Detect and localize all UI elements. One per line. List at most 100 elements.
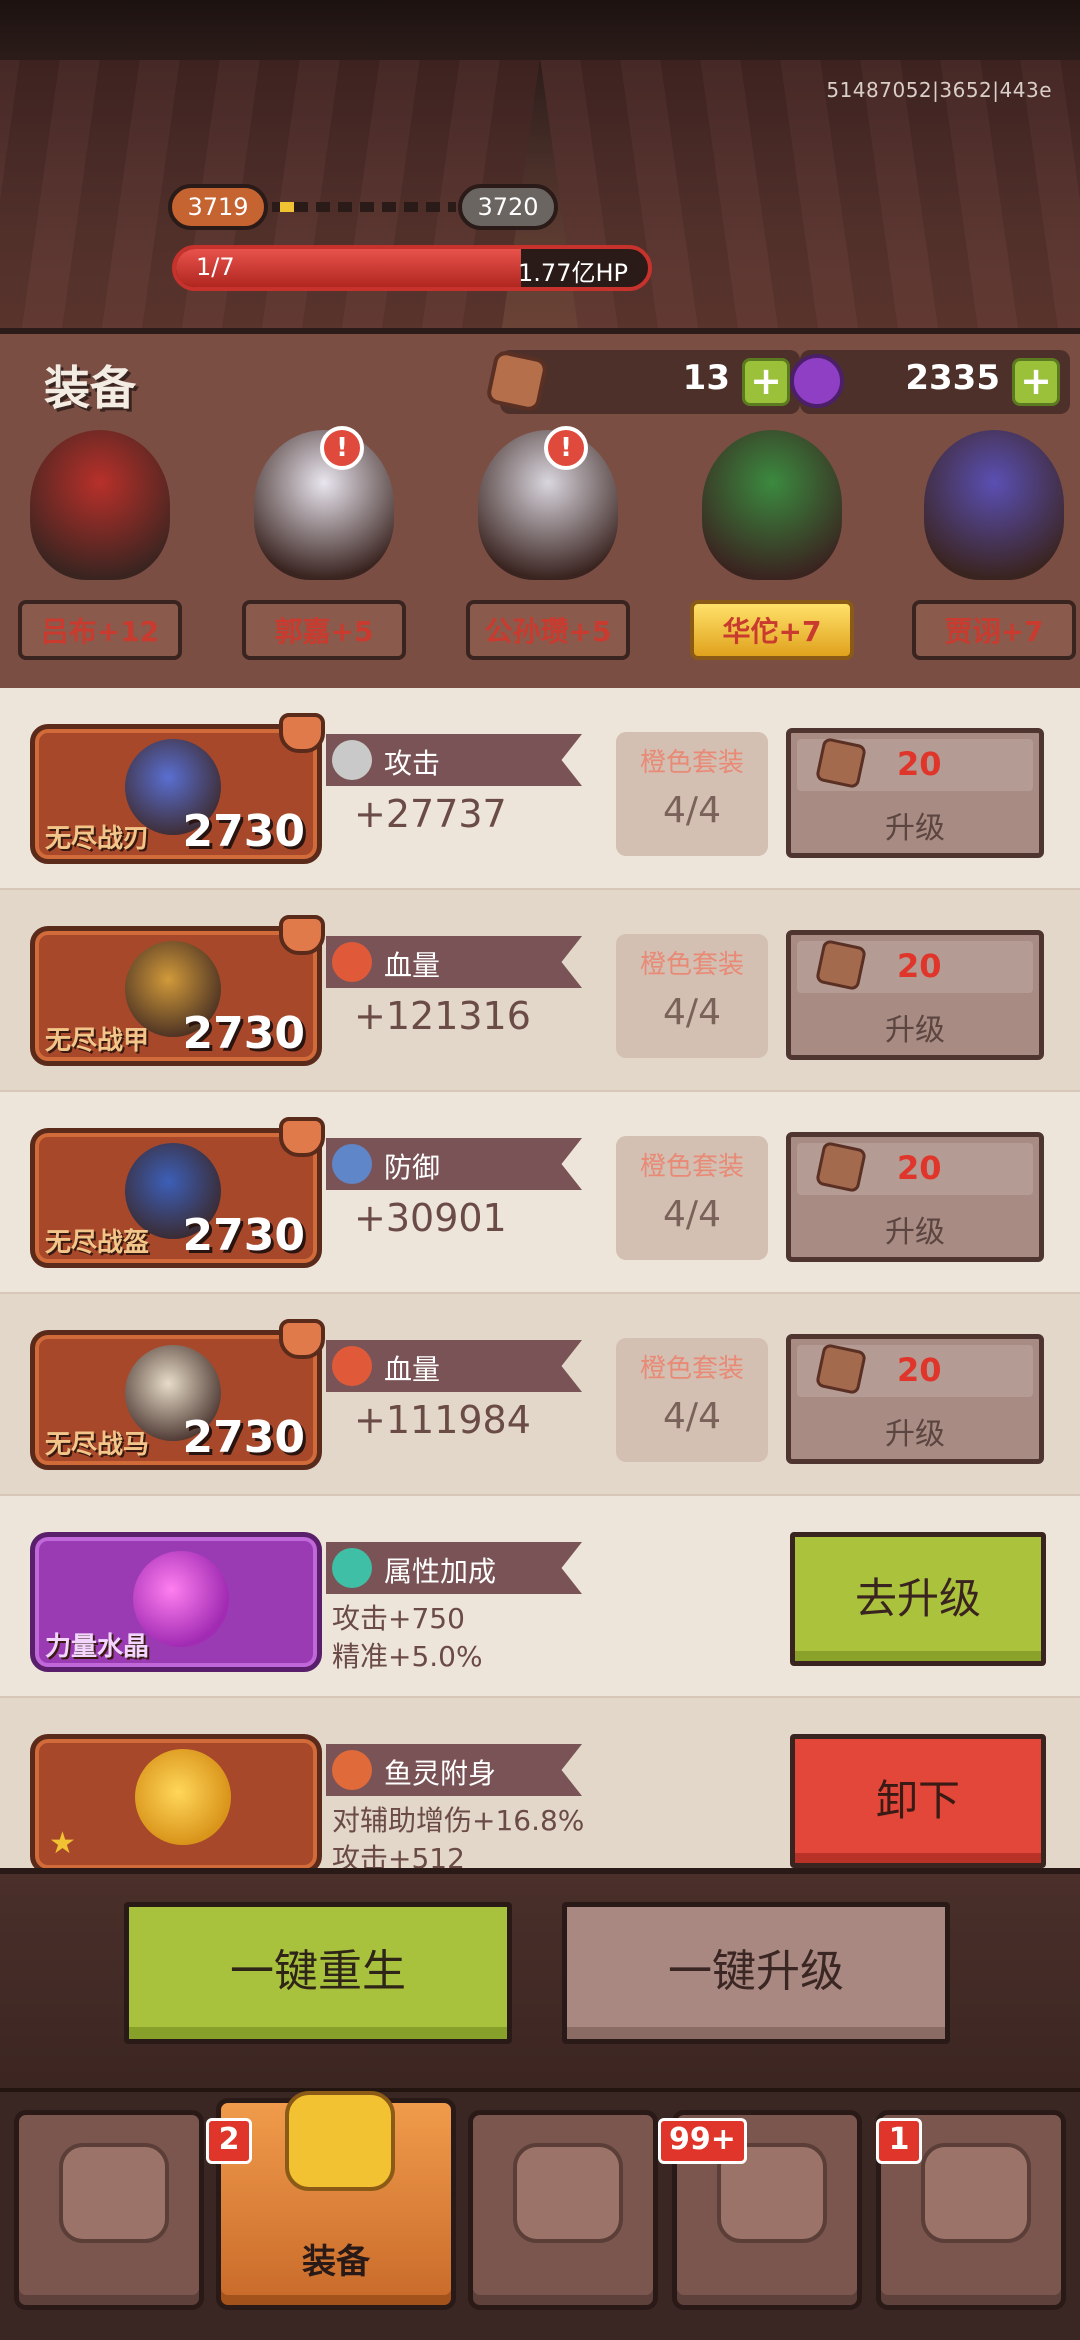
crystal-stat-line: 攻击+750 <box>332 1602 465 1635</box>
crystal-stat-line: 精准+5.0% <box>332 1640 483 1673</box>
bottom-nav: 装备 2 99+ 1 <box>0 2088 1080 2340</box>
upgrade-cost: 20 <box>797 1342 1033 1397</box>
upgrade-label: 升级 <box>885 1215 945 1250</box>
armor-badge-icon <box>279 915 325 955</box>
hero-name: 华佗+7 <box>722 615 822 648</box>
hero-card[interactable]: 贾诩+7 <box>902 430 1080 670</box>
upgrade-button[interactable]: 20 升级 <box>786 1132 1044 1262</box>
equipment-slot[interactable]: 无尽战甲 2730 <box>30 915 325 1066</box>
ore-count: 13 <box>682 358 730 398</box>
level-progress-track <box>272 202 456 212</box>
stat-value: +27737 <box>354 792 507 836</box>
armor-badge-icon <box>279 713 325 753</box>
fish-spirit-icon <box>332 1750 372 1790</box>
item-name: 无尽战马 <box>45 1430 150 1460</box>
stat-name: 血量 <box>384 949 441 982</box>
hero-name: 吕布+12 <box>40 615 160 648</box>
hero-card[interactable]: 华佗+7 <box>680 430 864 670</box>
stat-name: 防御 <box>384 1151 441 1184</box>
upgrade-button[interactable]: 20 升级 <box>786 930 1044 1060</box>
equipment-slot[interactable]: 无尽战盔 2730 <box>30 1117 325 1268</box>
cost-value: 20 <box>897 1149 942 1187</box>
stat-ribbon: 血量 <box>326 936 582 988</box>
upgrade-button[interactable]: 20 升级 <box>786 728 1044 858</box>
gem-currency: 2335 + <box>790 350 1070 414</box>
alert-icon: ! <box>544 426 588 470</box>
equipment-slot[interactable]: 无尽战马 2730 <box>30 1319 325 1470</box>
nav-tab-equipment[interactable]: 装备 <box>216 2091 456 2310</box>
hero-portrait <box>924 430 1064 580</box>
upgrade-cost: 20 <box>797 736 1033 791</box>
add-gem-button[interactable]: + <box>1012 358 1060 406</box>
hero-name: 公孙瓒+5 <box>484 615 612 648</box>
equipment-row: 无尽战马 2730 血量 +111984 橙色套装 4/4 20 升级 <box>0 1294 1080 1496</box>
action-bar: 一键重生 一键升级 <box>0 1868 1080 2088</box>
upgrade-label: 升级 <box>885 811 945 846</box>
go-upgrade-button[interactable]: 去升级 <box>790 1532 1046 1666</box>
hero-selector: 吕布+12 郭嘉+5! 公孙瓒+5! 华佗+7 贾诩+7 <box>0 424 1080 684</box>
item-name: 无尽战盔 <box>45 1228 150 1258</box>
crystal-slot[interactable]: 力量水晶 <box>30 1532 322 1672</box>
upgrade-label: 升级 <box>885 1013 945 1048</box>
stat-value: +111984 <box>354 1398 531 1442</box>
set-label: 橙色套装 <box>639 1354 744 1384</box>
hero-card[interactable]: 吕布+12 <box>8 430 192 670</box>
equipment-header: 装备 13 + 2335 + 吕布+12 郭嘉+5! 公孙瓒+5! 华佗+7 贾诩+7 <box>0 328 1080 688</box>
item-name: 无尽战刃 <box>45 824 150 854</box>
set-count: 4/4 <box>663 1194 721 1235</box>
pufferfish-icon <box>135 1749 231 1845</box>
set-label: 橙色套装 <box>639 1152 744 1182</box>
ore-icon <box>814 736 868 790</box>
alert-icon: ! <box>320 426 364 470</box>
item-level: 2730 <box>182 1412 305 1463</box>
ore-icon <box>814 1342 868 1396</box>
crystal-stat-ribbon: 属性加成 <box>326 1542 582 1594</box>
hero-portrait <box>30 430 170 580</box>
equipment-list: 力量水晶 属性加成 攻击+750 精准+5.0% 去升级 ★ 鱼灵附身 对辅助增… <box>0 688 1080 1868</box>
nav-tab-forge[interactable] <box>468 2110 658 2310</box>
add-ore-button[interactable]: + <box>742 358 790 406</box>
hero-name: 郭嘉+5 <box>274 615 374 648</box>
set-label: 橙色套装 <box>639 950 744 980</box>
ore-currency: 13 + <box>484 348 800 414</box>
equipment-slot[interactable]: 无尽战刃 2730 <box>30 713 325 864</box>
stat-value: +30901 <box>354 1196 507 1240</box>
one-click-rebirth-button[interactable]: 一键重生 <box>124 1902 512 2044</box>
crystal-stat-name: 属性加成 <box>384 1555 497 1588</box>
equipment-row: 无尽战甲 2730 血量 +121316 橙色套装 4/4 20 升级 <box>0 890 1080 1092</box>
upgrade-button[interactable]: 20 升级 <box>786 1334 1044 1464</box>
nav-tab-hero[interactable] <box>14 2110 204 2310</box>
cost-value: 20 <box>897 1351 942 1389</box>
boss-hp-value: 1.77亿HP <box>518 259 628 287</box>
stat-icon <box>332 1346 372 1386</box>
stat-ribbon: 攻击 <box>326 734 582 786</box>
armor-badge-icon <box>279 1117 325 1157</box>
bonus-icon <box>332 1548 372 1588</box>
pot-icon <box>513 2143 623 2243</box>
set-bonus-box: 橙色套装 4/4 <box>616 1136 768 1260</box>
page-title: 装备 <box>44 361 136 415</box>
hero-portrait <box>702 430 842 580</box>
spirit-stat-line: 攻击+512 <box>332 1842 465 1868</box>
stat-icon <box>332 1144 372 1184</box>
spirit-stat-ribbon: 鱼灵附身 <box>326 1744 582 1796</box>
upgrade-label: 升级 <box>885 1417 945 1452</box>
current-level-badge: 3719 <box>168 184 268 230</box>
unequip-button[interactable]: 卸下 <box>790 1734 1046 1868</box>
notification-badge: 99+ <box>658 2118 747 2164</box>
one-click-upgrade-button[interactable]: 一键升级 <box>562 1902 950 2044</box>
spirit-stat-name: 鱼灵附身 <box>384 1757 497 1790</box>
ore-icon <box>484 348 550 414</box>
cost-value: 20 <box>897 745 942 783</box>
battle-scene: 51487052|3652|443e 3719 3720 1/7 1.77亿HP <box>0 0 1080 330</box>
item-name: 无尽战甲 <box>45 1026 150 1056</box>
gem-count: 2335 <box>905 358 1000 398</box>
hero-card[interactable]: 公孙瓒+5! <box>456 426 640 670</box>
item-level: 2730 <box>182 1210 305 1261</box>
spirit-slot[interactable]: ★ <box>30 1734 322 1868</box>
stat-name: 血量 <box>384 1353 441 1386</box>
cost-value: 20 <box>897 947 942 985</box>
hero-card[interactable]: 郭嘉+5! <box>232 426 416 670</box>
stat-ribbon: 防御 <box>326 1138 582 1190</box>
hero-name: 贾诩+7 <box>944 615 1044 648</box>
